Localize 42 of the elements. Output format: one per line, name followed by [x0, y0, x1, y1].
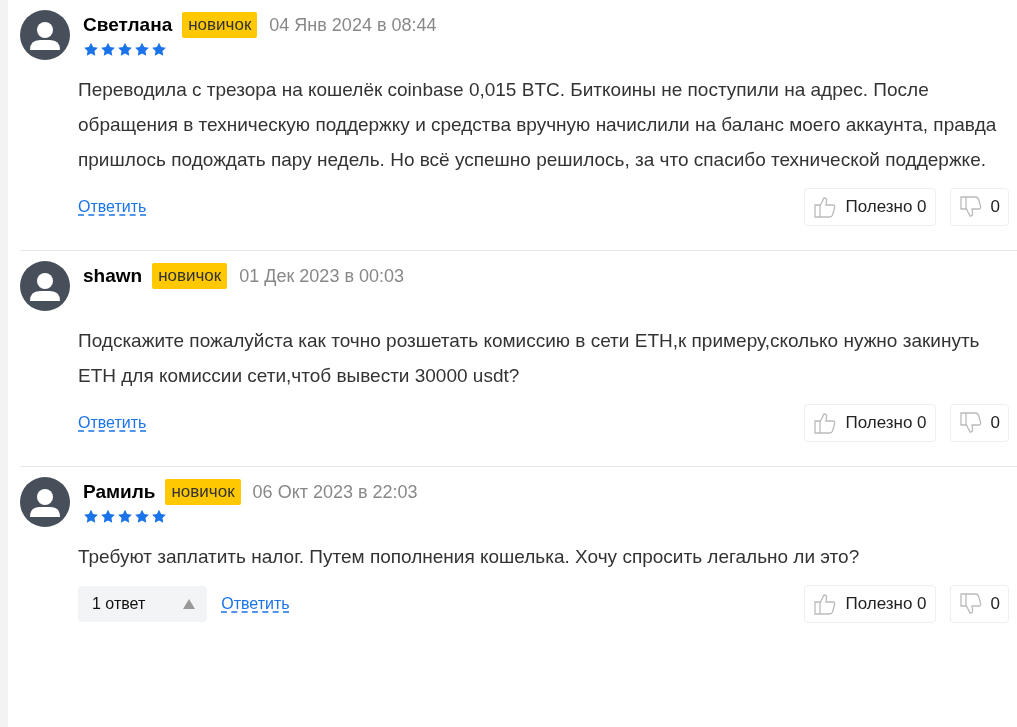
thumbs-up-icon	[813, 592, 838, 616]
star-icon	[117, 42, 133, 57]
star-icon	[100, 509, 116, 524]
comment-text: Переводила с трезора на кошелёк coinbase 0,015 BTC. Биткоины не поступили на адрес. После обращения в техническую поддержку и средства вручную начислили на баланс моего аккаунта, правда пришлось подождать пару недель. Но всё успешно решилось, за что спасибо технической поддержке.	[78, 78, 998, 172]
star-icon	[151, 42, 167, 57]
reply-link[interactable]: Ответить	[221, 595, 290, 613]
useful-button[interactable]: Полезно 0	[804, 188, 936, 226]
avatar-icon	[20, 261, 70, 311]
author-name: shawn	[83, 265, 143, 287]
dislike-button[interactable]: 0	[949, 404, 1009, 442]
caret-icon	[183, 599, 196, 609]
replies-toggle[interactable]: 1 ответ	[78, 586, 208, 622]
star-icon	[83, 42, 99, 57]
thumbs-up-icon	[813, 411, 838, 435]
avatar-icon	[20, 10, 70, 60]
dislike-button[interactable]: 0	[949, 585, 1009, 623]
avatar-icon	[20, 477, 70, 527]
star-icon	[100, 42, 116, 57]
rank-badge: новичок	[165, 479, 241, 505]
thumbs-up-icon	[813, 195, 838, 219]
rank-badge: новичок	[152, 263, 228, 289]
useful-button[interactable]: Полезно 0	[804, 585, 936, 623]
star-icon	[134, 509, 150, 524]
comment-text: Подскажите пожалуйста как точно розшетать комиссию в сети ETH,к примеру,сколько нужно закинуть ETH для комиссии сети,чтоб вывести 30000 usdt?	[78, 329, 981, 388]
thumbs-down-icon	[958, 592, 983, 616]
comment-date: 04 Янв 2024 в 08:44	[269, 14, 437, 36]
comment-text: Требуют заплатить налог. Путем пополнения кошелька. Хочу спросить легально ли это?	[78, 545, 861, 569]
star-icon	[134, 42, 150, 57]
dislike-button[interactable]: 0	[949, 188, 1009, 226]
comment-date: 06 Окт 2023 в 22:03	[252, 481, 418, 503]
useful-button[interactable]: Полезно 0	[804, 404, 936, 442]
star-icon	[151, 509, 167, 524]
star-icon	[117, 509, 133, 524]
thumbs-down-icon	[958, 411, 983, 435]
reply-link[interactable]: Ответить	[78, 198, 147, 216]
star-icon	[83, 509, 99, 524]
reply-link[interactable]: Ответить	[78, 414, 147, 432]
rank-badge: новичок	[182, 12, 258, 38]
author-name: Рамиль	[83, 481, 156, 503]
author-name: Светлана	[83, 14, 173, 36]
comment-date: 01 Дек 2023 в 00:03	[239, 265, 404, 287]
thumbs-down-icon	[958, 195, 983, 219]
